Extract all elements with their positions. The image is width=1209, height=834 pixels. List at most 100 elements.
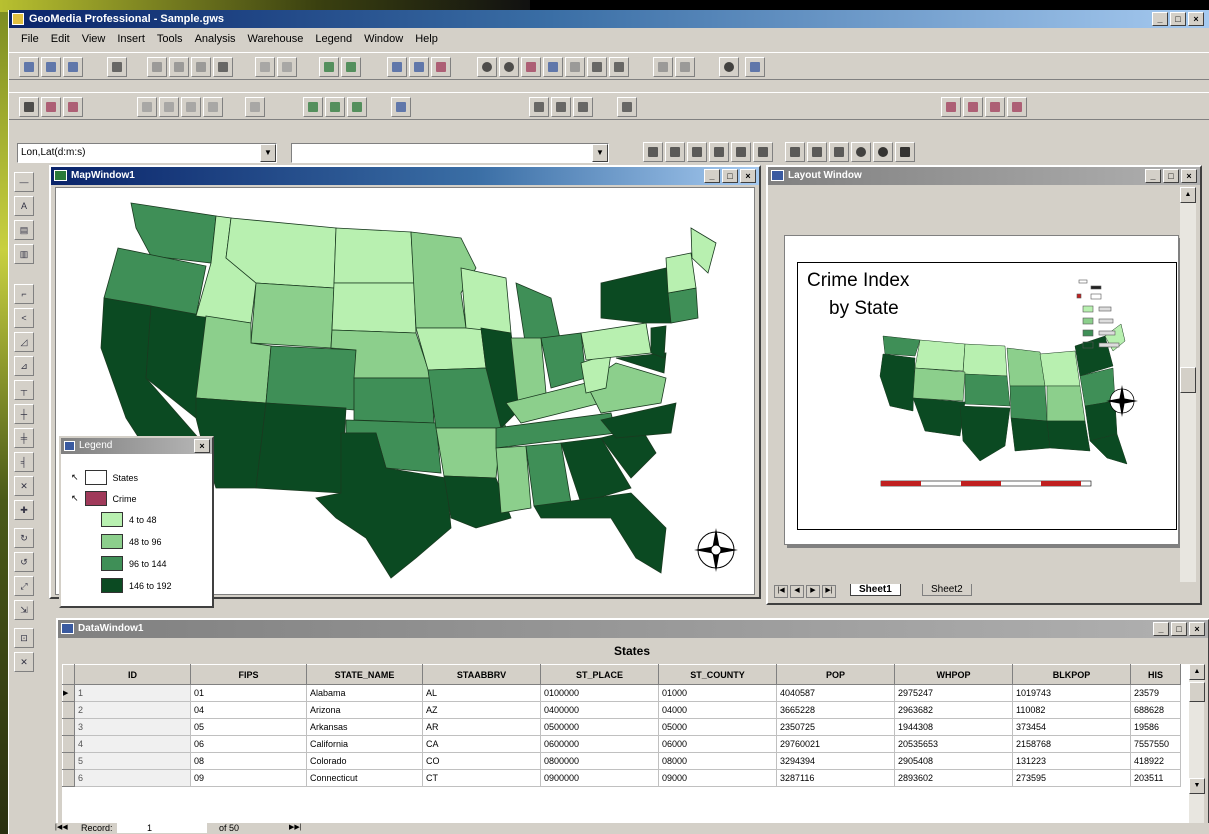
table-cell[interactable]: 1019743 xyxy=(1012,684,1131,702)
offset-tool-icon[interactable]: ╪ xyxy=(14,428,34,448)
rotate-tool-icon[interactable]: ↻ xyxy=(14,528,34,548)
maximize-button[interactable]: □ xyxy=(1170,12,1186,26)
table-cell[interactable]: 0500000 xyxy=(540,718,659,736)
menu-file[interactable]: File xyxy=(21,29,39,49)
table-cell[interactable]: 5 xyxy=(74,752,191,770)
table-cell[interactable]: 2975247 xyxy=(894,684,1013,702)
close-button[interactable]: × xyxy=(1181,169,1197,183)
table-cell[interactable]: 06 xyxy=(190,735,307,753)
column-header[interactable]: POP xyxy=(776,664,895,685)
table-cell[interactable]: 29760021 xyxy=(776,735,895,753)
menu-tools[interactable]: Tools xyxy=(157,29,183,49)
thematic-icon[interactable] xyxy=(341,57,361,77)
select-set-icon[interactable] xyxy=(41,97,61,117)
table-cell[interactable]: 2905408 xyxy=(894,752,1013,770)
redline-line-icon[interactable] xyxy=(963,97,983,117)
scale-tool-icon[interactable]: ⤢ xyxy=(14,576,34,596)
table-cell[interactable]: 6 xyxy=(74,769,191,787)
draw-line-icon[interactable]: — xyxy=(14,172,34,192)
scroll-up-icon[interactable]: ▲ xyxy=(1189,664,1205,680)
table-cell[interactable]: 1944308 xyxy=(894,718,1013,736)
menu-window[interactable]: Window xyxy=(364,29,403,49)
chevron-down-icon[interactable]: ▼ xyxy=(592,144,608,162)
row-header[interactable] xyxy=(62,769,75,787)
image-tool-icon[interactable]: ▥ xyxy=(14,244,34,264)
table-cell[interactable]: 01000 xyxy=(658,684,777,702)
table-vertical-scrollbar[interactable]: ▲ ▼ xyxy=(1188,664,1205,834)
table-cell[interactable]: 01 xyxy=(190,684,307,702)
circle-filled-icon[interactable] xyxy=(873,142,893,162)
spatial-query-icon[interactable] xyxy=(391,97,411,117)
table-cell[interactable]: 7557550 xyxy=(1130,735,1181,753)
extend-tool-icon[interactable]: ⊿ xyxy=(14,356,34,376)
rectangle-icon[interactable] xyxy=(895,142,915,162)
close-button[interactable]: × xyxy=(1189,622,1205,636)
table-cell[interactable]: AZ xyxy=(422,701,541,719)
table-cell[interactable]: 05 xyxy=(190,718,307,736)
text-tool-icon[interactable]: A xyxy=(14,196,34,216)
redline-area-icon[interactable] xyxy=(985,97,1005,117)
query-icon[interactable] xyxy=(409,57,429,77)
move-icon[interactable] xyxy=(617,97,637,117)
first-sheet-icon[interactable]: |◀ xyxy=(774,585,788,598)
table-cell[interactable]: 2350725 xyxy=(776,718,895,736)
table-cell[interactable]: California xyxy=(306,735,423,753)
scroll-thumb[interactable] xyxy=(1180,367,1196,393)
tab-sheet1[interactable]: Sheet1 xyxy=(850,584,901,596)
fit-all-icon[interactable] xyxy=(521,57,541,77)
undo-icon[interactable] xyxy=(255,57,275,77)
table-row[interactable]: 6 09 Connecticut CT 0900000 09000 328711… xyxy=(62,769,1181,787)
record-icon[interactable] xyxy=(719,57,739,77)
new-map-window-icon[interactable] xyxy=(653,57,673,77)
table-cell[interactable]: 0900000 xyxy=(540,769,659,787)
corner-tool-icon[interactable]: ✕ xyxy=(14,476,34,496)
last-sheet-icon[interactable]: ▶| xyxy=(822,585,836,598)
slash-icon[interactable] xyxy=(807,142,827,162)
table-cell[interactable]: 2 xyxy=(74,701,191,719)
label-tool-icon[interactable]: ▤ xyxy=(14,220,34,240)
delete-tool-icon[interactable]: ✕ xyxy=(14,652,34,672)
legend-entry-states[interactable]: ↖ States xyxy=(71,470,138,485)
menu-analysis[interactable]: Analysis xyxy=(195,29,236,49)
connection-icon[interactable] xyxy=(431,57,451,77)
minimize-button[interactable]: _ xyxy=(1153,622,1169,636)
table-cell[interactable]: 273595 xyxy=(1012,769,1131,787)
table-row[interactable]: 2 04 Arizona AZ 0400000 04000 3665228 29… xyxy=(62,701,1181,719)
table-cell[interactable]: 19586 xyxy=(1130,718,1181,736)
maximize-button[interactable]: □ xyxy=(722,169,738,183)
column-header[interactable]: ST_COUNTY xyxy=(658,664,777,685)
save-workspace-icon[interactable] xyxy=(63,57,83,77)
legend-panel[interactable]: Legend × ↖ States ↖ Crime 4 to 48 48 to … xyxy=(59,436,214,608)
layout-tool-a-icon[interactable] xyxy=(137,97,157,117)
coordinate-system-combo[interactable]: Lon,Lat(d:m:s) ▼ xyxy=(17,143,277,163)
last-record-icon[interactable]: ▶▶| xyxy=(289,823,302,831)
copy-tool-icon[interactable]: ✚ xyxy=(14,500,34,520)
table-row[interactable]: 4 06 California CA 0600000 06000 2976002… xyxy=(62,735,1181,753)
table-cell[interactable]: 1 xyxy=(74,684,191,702)
table-cell[interactable]: 688628 xyxy=(1130,701,1181,719)
insert-label-icon[interactable] xyxy=(347,97,367,117)
column-header[interactable]: STATE_NAME xyxy=(306,664,423,685)
circle-outline-icon[interactable] xyxy=(851,142,871,162)
minimize-button[interactable]: _ xyxy=(1145,169,1161,183)
redline-text-icon[interactable] xyxy=(1007,97,1027,117)
minimize-button[interactable]: _ xyxy=(1152,12,1168,26)
arc-icon[interactable] xyxy=(829,142,849,162)
table-cell[interactable]: 110082 xyxy=(1012,701,1131,719)
table-cell[interactable]: 0600000 xyxy=(540,735,659,753)
continue-geometry-icon[interactable] xyxy=(551,97,571,117)
record-number-field[interactable]: 1 xyxy=(117,823,207,833)
table-cell[interactable]: 09 xyxy=(190,769,307,787)
table-cell[interactable]: 04000 xyxy=(658,701,777,719)
table-cell[interactable]: 2893602 xyxy=(894,769,1013,787)
table-row[interactable]: 3 05 Arkansas AR 0500000 05000 2350725 1… xyxy=(62,718,1181,736)
mirror-tool-icon[interactable]: ↺ xyxy=(14,552,34,572)
table-cell[interactable]: 20535653 xyxy=(894,735,1013,753)
layout-tool-c-icon[interactable] xyxy=(181,97,201,117)
parallel-icon[interactable] xyxy=(731,142,751,162)
cross-icon[interactable] xyxy=(785,142,805,162)
layout-canvas[interactable]: Crime Index by State xyxy=(772,187,1180,562)
table-cell[interactable]: 418922 xyxy=(1130,752,1181,770)
layout-tool-d-icon[interactable] xyxy=(203,97,223,117)
table-cell[interactable]: 3 xyxy=(74,718,191,736)
